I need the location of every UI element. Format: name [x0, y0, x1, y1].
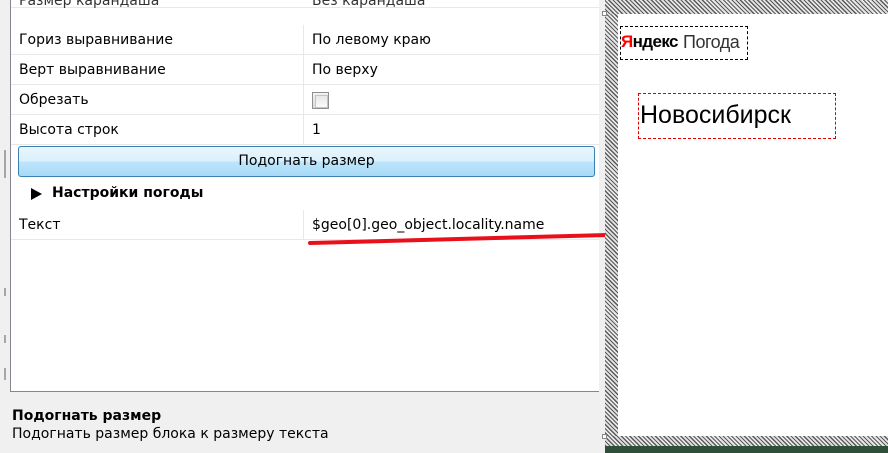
- property-row-text[interactable]: Текст $geo[0].geo_object.locality.name: [11, 210, 599, 240]
- property-value[interactable]: По левому краю: [312, 25, 431, 55]
- property-value[interactable]: По верху: [312, 55, 378, 85]
- canvas-border-bottom: [605, 436, 888, 446]
- description-text: Подогнать размер блока к размеру текста: [12, 426, 329, 442]
- description-panel: Подогнать размер Подогнать размер блока …: [10, 400, 599, 453]
- property-key: Размер карандаша: [19, 0, 160, 9]
- property-key: Текст: [19, 217, 61, 233]
- yandex-first-letter: Я: [621, 32, 633, 51]
- property-row-pen-size[interactable]: Размер карандаша Без карандаша: [11, 0, 599, 8]
- property-row-line-height[interactable]: Высота строк 1: [11, 115, 599, 145]
- property-key: Обрезать: [19, 92, 89, 108]
- yandex-weather-logo[interactable]: Яндекс Погода: [620, 26, 748, 60]
- property-key: Гориз выравнивание: [19, 32, 173, 48]
- column-divider: [303, 55, 304, 85]
- canvas-border-top: [605, 0, 888, 14]
- property-row-horizontal-align[interactable]: Гориз выравнивание По левому краю: [11, 25, 599, 55]
- property-grid: Размер карандаша Без карандаша Гориз выр…: [10, 0, 599, 392]
- clip-checkbox[interactable]: [312, 92, 329, 109]
- property-value[interactable]: 1: [312, 115, 321, 145]
- resize-handle-bottom-left[interactable]: [602, 434, 607, 439]
- property-row-vertical-align[interactable]: Верт выравнивание По верху: [11, 55, 599, 85]
- property-key: Верт выравнивание: [19, 62, 166, 78]
- resize-handle-top-left[interactable]: [602, 11, 607, 16]
- property-value: Без карандаша: [312, 0, 426, 9]
- preview-canvas[interactable]: [618, 14, 888, 436]
- column-divider: [303, 115, 304, 145]
- property-key: Высота строк: [19, 122, 119, 138]
- section-label: Настройки погоды: [52, 185, 204, 201]
- expand-triangle-icon[interactable]: [31, 188, 42, 200]
- properties-panel: Размер карандаша Без карандаша Гориз выр…: [0, 0, 610, 453]
- weather-wordmark: Погода: [683, 32, 740, 52]
- canvas-border-left[interactable]: [605, 14, 618, 442]
- column-divider: [303, 210, 304, 240]
- city-text-block[interactable]: Новосибирск: [638, 93, 836, 139]
- panel-splitter[interactable]: [0, 0, 10, 453]
- text-value-field[interactable]: $geo[0].geo_object.locality.name: [312, 210, 544, 240]
- fit-size-button[interactable]: Подогнать размер: [18, 146, 595, 177]
- preview-bottom-bar: [605, 446, 888, 453]
- section-weather-settings[interactable]: Настройки погоды: [11, 178, 599, 209]
- column-divider: [303, 25, 304, 55]
- property-row-clip[interactable]: Обрезать: [11, 85, 599, 115]
- description-title: Подогнать размер: [12, 408, 162, 424]
- yandex-rest: ндекс: [632, 32, 679, 51]
- yandex-wordmark: Яндекс: [621, 32, 678, 52]
- city-name: Новосибирск: [640, 101, 791, 129]
- column-divider: [303, 85, 304, 115]
